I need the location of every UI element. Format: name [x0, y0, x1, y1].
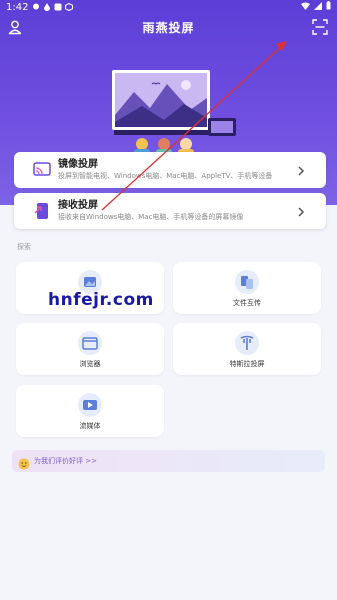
promo-text: 为我们评价好评 >>: [34, 457, 97, 465]
user-icon[interactable]: [6, 18, 24, 36]
chevron-right-icon: [296, 204, 306, 218]
rating-promo-banner[interactable]: 为我们评价好评 >>: [12, 450, 325, 472]
tile-label: 流媒体: [79, 422, 101, 430]
card-title: 接收投屏: [58, 200, 98, 211]
streaming-icon: [77, 392, 103, 418]
emoji-icon: [18, 455, 30, 470]
tile-streaming[interactable]: 流媒体: [16, 385, 164, 437]
tile-label: 浏览器: [79, 360, 101, 368]
tile-tesla-cast[interactable]: 特斯拉投屏: [173, 323, 321, 375]
file-transfer-icon: [234, 269, 260, 295]
tesla-icon: [234, 330, 260, 356]
tile-browser[interactable]: 浏览器: [16, 323, 164, 375]
tile-file-transfer[interactable]: 文件互传: [173, 262, 321, 314]
wifi-icon: [301, 2, 310, 13]
card-description: 投屏到智能电视、Windows电脑、Mac电脑、AppleTV、手机等设备: [58, 172, 273, 180]
card-title: 镜像投屏: [58, 159, 98, 170]
tile-label: 特斯拉投屏: [229, 360, 265, 368]
tile-label: 文件互传: [233, 299, 261, 307]
location-icon: [32, 3, 40, 11]
status-time: 1:42: [6, 1, 29, 13]
hero-illustration: [112, 70, 238, 162]
signal-icon: [314, 1, 322, 13]
watermark-text: hnfejr.com: [48, 290, 154, 310]
top-bar: 雨燕投屏: [0, 14, 337, 40]
cube-icon: [65, 2, 74, 12]
status-bar: 1:42: [0, 0, 337, 14]
battery-icon: [326, 1, 331, 13]
chevron-right-icon: [296, 163, 306, 177]
page-title: 雨燕投屏: [142, 20, 195, 35]
scan-icon[interactable]: [311, 18, 329, 36]
receive-phone-icon: [32, 201, 52, 221]
cast-screen-icon: [32, 160, 52, 180]
mirror-cast-card[interactable]: 镜像投屏 投屏到智能电视、Windows电脑、Mac电脑、AppleTV、手机等…: [14, 152, 326, 188]
receive-cast-card[interactable]: 接收投屏 接收来自Windows电脑、Mac电脑、手机等设备的屏幕镜像: [14, 193, 326, 229]
browser-icon: [77, 330, 103, 356]
card-description: 接收来自Windows电脑、Mac电脑、手机等设备的屏幕镜像: [58, 213, 244, 221]
app-icon: [54, 3, 62, 11]
explore-section-label: 探索: [17, 243, 31, 251]
drop-icon: [43, 3, 51, 11]
